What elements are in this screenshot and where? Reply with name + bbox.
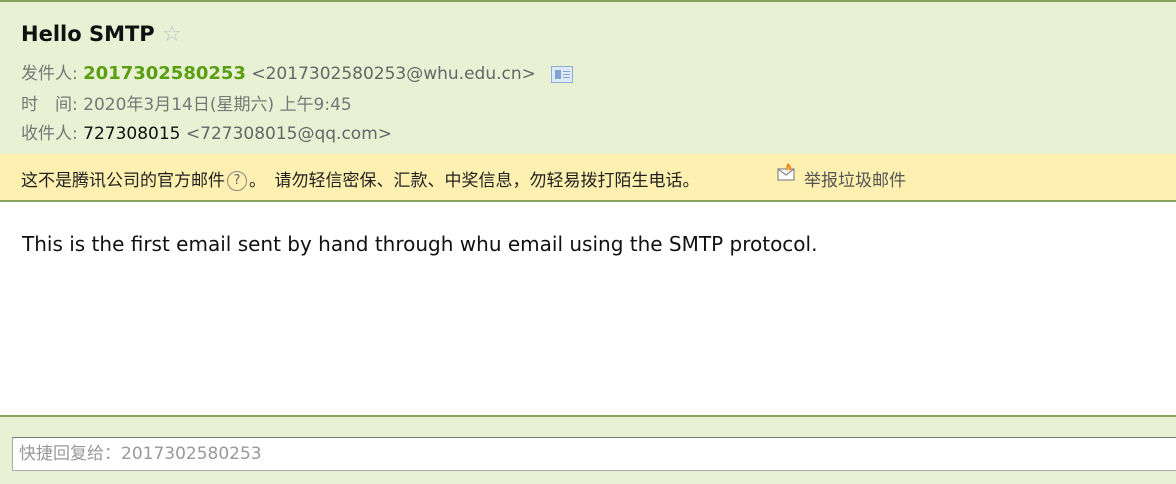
quick-reply-input[interactable] [12,437,1176,471]
recipient-name[interactable]: 727308015 [83,124,180,144]
star-icon[interactable]: ☆ [162,22,182,47]
quick-reply-bar [0,415,1176,484]
report-spam-label: 举报垃圾邮件 [804,171,906,191]
report-spam-icon [777,163,795,181]
security-warning-bar: 这不是腾讯公司的官方邮件?。 请勿轻信密保、汇款、中奖信息，勿轻易拨打陌生电话。 [0,154,1176,354]
warning-text-part2: 。 请勿轻信密保、汇款、中奖信息，勿轻易拨打陌生电话。 [249,171,700,191]
recipient-address: <727308015@qq.com> [185,124,393,144]
warning-text-part1: 这不是腾讯公司的官方邮件 [21,171,225,191]
time-label: 时 间: [21,95,78,115]
warning-text: 这不是腾讯公司的官方邮件?。 请勿轻信密保、汇款、中奖信息，勿轻易拨打陌生电话。 [21,166,700,191]
email-subject: Hello SMTP [21,22,155,46]
email-view: Hello SMTP ☆ 发件人: 2017302580253 <2017302… [0,0,1176,484]
to-row: 收件人: 727308015 <727308015@qq.com> [21,123,392,145]
to-label: 收件人: [21,124,78,144]
sender-name[interactable]: 2017302580253 [83,63,246,84]
help-icon[interactable]: ? [227,171,247,191]
email-body-text: This is the first email sent by hand thr… [22,232,818,256]
email-header: Hello SMTP ☆ 发件人: 2017302580253 <2017302… [0,0,1176,154]
contact-card-icon[interactable] [551,65,574,83]
email-body: This is the first email sent by hand thr… [0,202,1176,415]
sent-time: 2020年3月14日(星期六) 上午9:45 [83,95,352,115]
from-label: 发件人: [21,64,78,84]
time-row: 时 间: 2020年3月14日(星期六) 上午9:45 [21,94,352,116]
from-row: 发件人: 2017302580253 <2017302580253@whu.ed… [21,63,574,85]
sender-address: <2017302580253@whu.edu.cn> [251,64,536,84]
